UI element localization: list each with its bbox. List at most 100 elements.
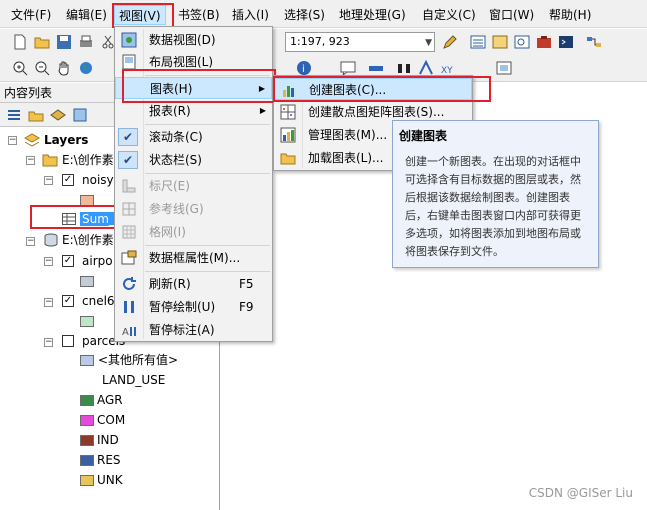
find-binoculars-icon[interactable] — [396, 60, 412, 76]
layout-view-label: 布局视图(L) — [149, 55, 214, 69]
collapse-group2-toggle[interactable]: − — [26, 237, 35, 246]
scatterplot-matrix-icon — [280, 104, 296, 120]
unk-swatch[interactable] — [80, 475, 94, 486]
arctoolbox-icon[interactable] — [536, 34, 552, 50]
cnel-visibility-checkbox[interactable]: ✓ — [62, 295, 74, 307]
catalog-icon[interactable] — [492, 34, 508, 50]
table-of-contents-icon[interactable] — [470, 34, 486, 50]
menu-view[interactable]: 视图(V) — [114, 5, 166, 25]
layers-root-label[interactable]: Layers — [44, 131, 88, 149]
menu-separator — [145, 173, 270, 174]
layer-cnel-label[interactable]: cnel6 — [82, 292, 115, 310]
menu-item-data-view[interactable]: 数据视图(D) — [115, 29, 272, 51]
modelbuilder-icon[interactable] — [586, 34, 602, 50]
menu-bar: 文件(F) 编辑(E) 视图(V) 书签(B) 插入(I) 选择(S) 地理处理… — [0, 0, 647, 28]
ind-swatch[interactable] — [80, 435, 94, 446]
menu-item-refresh[interactable]: 刷新(R) F5 — [115, 273, 272, 295]
open-folder-icon — [280, 153, 296, 165]
menu-selection[interactable]: 选择(S) — [280, 5, 329, 25]
zoom-out-icon[interactable] — [34, 60, 50, 76]
table-sum-label[interactable]: Sum_ — [80, 210, 117, 228]
manage-graphs-icon — [280, 127, 296, 143]
group2-path-label[interactable]: E:\创作素 — [62, 231, 114, 249]
editor-pencil-icon[interactable] — [442, 34, 458, 50]
measure-icon[interactable] — [368, 60, 384, 76]
agr-swatch[interactable] — [80, 395, 94, 406]
search-window-icon[interactable] — [514, 34, 530, 50]
rulers-icon — [122, 179, 136, 193]
cnel-symbol-swatch[interactable] — [80, 316, 94, 327]
menu-item-layout-view[interactable]: 布局视图(L) — [115, 51, 272, 73]
menu-item-status-bar[interactable]: ✔ 状态栏(S) — [115, 149, 272, 171]
refresh-label: 刷新(R) — [149, 277, 191, 291]
menu-bookmarks[interactable]: 书签(B) — [174, 5, 224, 25]
menu-windows[interactable]: 窗口(W) — [485, 5, 538, 25]
menu-customize[interactable]: 自定义(C) — [418, 5, 480, 25]
menu-item-data-frame-properties[interactable]: 数据框属性(M)... — [115, 247, 272, 269]
pan-hand-icon[interactable] — [56, 60, 72, 76]
noisy-symbol-swatch[interactable] — [80, 195, 94, 206]
collapse-parcels-toggle[interactable]: − — [44, 338, 53, 347]
identify-icon[interactable]: i — [296, 60, 312, 76]
noisy-visibility-checkbox[interactable]: ✓ — [62, 174, 74, 186]
list-by-drawing-order-icon[interactable] — [6, 107, 22, 123]
collapse-group1-toggle[interactable]: − — [26, 156, 35, 165]
collapse-layers-toggle[interactable]: − — [8, 136, 17, 145]
folder-icon — [42, 154, 58, 167]
full-extent-globe-icon[interactable] — [78, 60, 94, 76]
menu-insert[interactable]: 插入(I) — [228, 5, 273, 25]
menu-edit[interactable]: 编辑(E) — [62, 5, 111, 25]
menu-help[interactable]: 帮助(H) — [545, 5, 595, 25]
group1-path-label[interactable]: E:\创作素 — [62, 151, 114, 169]
list-by-visibility-icon[interactable] — [50, 107, 66, 123]
save-icon[interactable] — [56, 34, 72, 50]
res-swatch[interactable] — [80, 455, 94, 466]
html-popup-icon[interactable] — [340, 60, 356, 76]
menu-file[interactable]: 文件(F) — [7, 5, 55, 25]
list-by-source-icon[interactable] — [28, 107, 44, 123]
layer-noisy-label[interactable]: noisy — [82, 171, 114, 189]
table-sum-text: Sum_ — [80, 212, 117, 226]
new-document-icon[interactable] — [12, 34, 28, 50]
other-values-swatch[interactable] — [80, 355, 94, 366]
menu-separator — [145, 271, 270, 272]
find-route-icon[interactable] — [418, 60, 434, 76]
menu-item-graphs[interactable]: 图表(H) ▶ — [115, 77, 272, 99]
menu-separator — [145, 245, 270, 246]
airport-symbol-swatch[interactable] — [80, 276, 94, 287]
com-swatch[interactable] — [80, 415, 94, 426]
category-unk-label: UNK — [97, 473, 123, 487]
menu-separator — [145, 75, 270, 76]
refresh-shortcut: F5 — [239, 277, 254, 291]
svg-text:i: i — [302, 64, 305, 75]
grid-label: 格网(I) — [149, 225, 186, 239]
zoom-in-icon[interactable] — [12, 60, 28, 76]
menu-item-scrollbars[interactable]: ✔ 滚动条(C) — [115, 126, 272, 148]
collapse-noisy-toggle[interactable]: − — [44, 176, 53, 185]
collapse-airport-toggle[interactable]: − — [44, 257, 53, 266]
airport-visibility-checkbox[interactable]: ✓ — [62, 255, 74, 267]
menu-item-pause-labeling[interactable]: A 暂停标注(A) — [115, 319, 272, 341]
checkmark-icon: ✔ — [118, 151, 138, 169]
create-viewer-window-icon[interactable] — [496, 60, 512, 76]
menu-geoprocessing[interactable]: 地理处理(G) — [335, 5, 410, 25]
layer-airport-label[interactable]: airpo — [82, 252, 113, 270]
data-frame-properties-icon — [121, 250, 137, 265]
list-by-selection-icon[interactable] — [72, 107, 88, 123]
map-scale-value: 1:197, 923 — [290, 35, 350, 48]
menu-item-create-graph[interactable]: 创建图表(C)... — [274, 78, 472, 100]
collapse-cnel-toggle[interactable]: − — [44, 298, 53, 307]
svg-text:A: A — [122, 327, 129, 338]
parcels-visibility-checkbox[interactable] — [62, 335, 74, 347]
data-view-icon — [121, 32, 137, 48]
go-to-xy-icon[interactable]: XY — [440, 60, 456, 76]
menu-item-pause-drawing[interactable]: 暂停绘制(U) F9 — [115, 296, 272, 318]
map-scale-combo[interactable]: 1:197, 923 ▼ — [285, 32, 435, 52]
standard-toolbar: 1:197, 923 ▼ — [0, 29, 647, 56]
open-folder-icon[interactable] — [34, 34, 50, 50]
print-icon[interactable] — [78, 34, 94, 50]
submenu-arrow-icon: ▶ — [259, 106, 266, 115]
python-window-icon[interactable] — [558, 34, 574, 50]
menu-item-grid: 格网(I) — [115, 221, 272, 243]
menu-item-reports[interactable]: 报表(R) ▶ — [115, 100, 272, 122]
